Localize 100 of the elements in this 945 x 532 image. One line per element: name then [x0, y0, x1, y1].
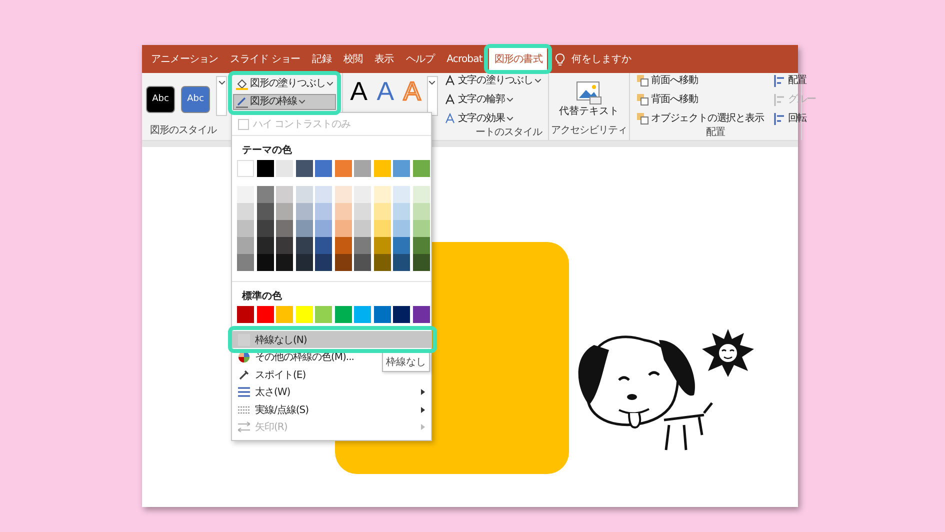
wordart-preset[interactable]: A	[347, 77, 371, 105]
color-swatch[interactable]	[412, 186, 430, 203]
color-swatch[interactable]	[412, 160, 430, 177]
color-swatch[interactable]	[256, 237, 274, 254]
color-swatch[interactable]	[276, 306, 293, 323]
color-swatch[interactable]	[315, 186, 332, 203]
color-swatch[interactable]	[334, 186, 352, 203]
arrange-button[interactable]: 前面へ移動	[634, 73, 767, 89]
color-swatch[interactable]	[354, 254, 371, 271]
color-swatch[interactable]	[315, 220, 332, 237]
color-swatch[interactable]	[334, 220, 352, 237]
color-swatch[interactable]	[237, 160, 254, 177]
color-swatch[interactable]	[256, 160, 274, 177]
color-swatch[interactable]	[256, 306, 274, 323]
color-swatch[interactable]	[374, 160, 390, 177]
arrange-button[interactable]: オブジェクトの選択と表示	[634, 111, 767, 127]
style-preset[interactable]: Abc	[181, 86, 210, 112]
color-swatch[interactable]	[296, 203, 312, 220]
color-swatch[interactable]	[412, 254, 430, 271]
color-swatch[interactable]	[374, 254, 390, 271]
tell-me-search[interactable]: 何をしますか	[571, 52, 632, 66]
color-swatch[interactable]	[334, 203, 352, 220]
color-swatch[interactable]	[412, 306, 430, 323]
style-preset[interactable]: Abc	[146, 86, 175, 112]
color-swatch[interactable]	[412, 237, 430, 254]
color-swatch[interactable]	[374, 186, 390, 203]
ribbon-tab[interactable]: スライド ショー	[225, 47, 306, 71]
shape-outline-button[interactable]: 図形の枠線	[233, 94, 336, 110]
color-swatch[interactable]	[374, 220, 390, 237]
menu-item[interactable]: 枠線なし(N)	[232, 331, 431, 348]
text-format-button[interactable]: 文字の輪郭	[440, 92, 544, 108]
color-swatch[interactable]	[237, 220, 254, 237]
color-swatch[interactable]	[276, 237, 293, 254]
menu-item[interactable]: 実線/点線(S)	[232, 401, 431, 418]
color-swatch[interactable]	[354, 203, 371, 220]
gallery-scroll-button[interactable]	[426, 76, 438, 116]
color-swatch[interactable]	[393, 203, 410, 220]
color-swatch[interactable]	[334, 237, 352, 254]
color-swatch[interactable]	[412, 203, 430, 220]
color-swatch[interactable]	[315, 203, 332, 220]
arrange-button[interactable]: 配置	[770, 73, 820, 89]
color-swatch[interactable]	[296, 160, 312, 177]
color-swatch[interactable]	[315, 237, 332, 254]
alt-text-button[interactable]: 代替テキスト	[553, 80, 625, 118]
color-swatch[interactable]	[393, 254, 410, 271]
color-swatch[interactable]	[334, 306, 352, 323]
color-swatch[interactable]	[276, 203, 293, 220]
menu-item[interactable]: その他の枠線の色(M)...	[232, 348, 360, 366]
text-format-button[interactable]: 文字の効果	[440, 111, 544, 127]
color-swatch[interactable]	[237, 186, 254, 203]
arrange-button[interactable]: 回転	[770, 111, 820, 127]
color-swatch[interactable]	[315, 306, 332, 323]
color-swatch[interactable]	[393, 220, 410, 237]
menu-item[interactable]: スポイト(E)	[232, 366, 312, 383]
menu-item[interactable]: 太さ(W)	[232, 384, 431, 400]
color-swatch[interactable]	[276, 186, 293, 203]
color-swatch[interactable]	[256, 186, 274, 203]
text-format-button[interactable]: 文字の塗りつぶし	[440, 73, 544, 89]
color-swatch[interactable]	[393, 306, 410, 323]
color-swatch[interactable]	[393, 160, 410, 177]
ribbon-tab[interactable]: Acrobat	[442, 48, 488, 70]
color-swatch[interactable]	[296, 237, 312, 254]
color-swatch[interactable]	[237, 237, 254, 254]
color-swatch[interactable]	[256, 254, 274, 271]
color-swatch[interactable]	[256, 203, 274, 220]
color-swatch[interactable]	[237, 254, 254, 271]
color-swatch[interactable]	[334, 160, 352, 177]
color-swatch[interactable]	[237, 306, 254, 323]
color-swatch[interactable]	[393, 186, 410, 203]
ribbon-tab[interactable]: 校閲	[338, 47, 368, 71]
arrange-button[interactable]: 背面へ移動	[634, 92, 767, 108]
color-swatch[interactable]	[296, 254, 312, 271]
ribbon-tab[interactable]: 表示	[370, 47, 399, 71]
color-swatch[interactable]	[354, 237, 371, 254]
color-swatch[interactable]	[354, 160, 371, 177]
color-swatch[interactable]	[354, 186, 371, 203]
wordart-preset[interactable]: A	[374, 77, 398, 105]
color-swatch[interactable]	[354, 220, 371, 237]
color-swatch[interactable]	[315, 254, 332, 271]
color-swatch[interactable]	[296, 220, 312, 237]
color-swatch[interactable]	[374, 237, 390, 254]
color-swatch[interactable]	[354, 306, 371, 323]
color-swatch[interactable]	[412, 220, 430, 237]
ribbon-tab[interactable]: ヘルプ	[400, 47, 440, 71]
color-swatch[interactable]	[256, 220, 274, 237]
shape-fill-button[interactable]: 図形の塗りつぶし	[233, 76, 336, 92]
color-swatch[interactable]	[393, 237, 410, 254]
ribbon-tab[interactable]: アニメーション	[146, 47, 224, 71]
gallery-scroll-button[interactable]	[216, 76, 227, 116]
color-swatch[interactable]	[334, 254, 352, 271]
color-swatch[interactable]	[296, 186, 312, 203]
color-swatch[interactable]	[296, 306, 312, 323]
color-swatch[interactable]	[276, 220, 293, 237]
color-swatch[interactable]	[315, 160, 332, 177]
color-swatch[interactable]	[276, 254, 293, 271]
color-swatch[interactable]	[374, 306, 390, 323]
ribbon-tab[interactable]: 記録	[307, 47, 336, 71]
color-swatch[interactable]	[374, 203, 390, 220]
color-swatch[interactable]	[276, 160, 293, 177]
color-swatch[interactable]	[237, 203, 254, 220]
